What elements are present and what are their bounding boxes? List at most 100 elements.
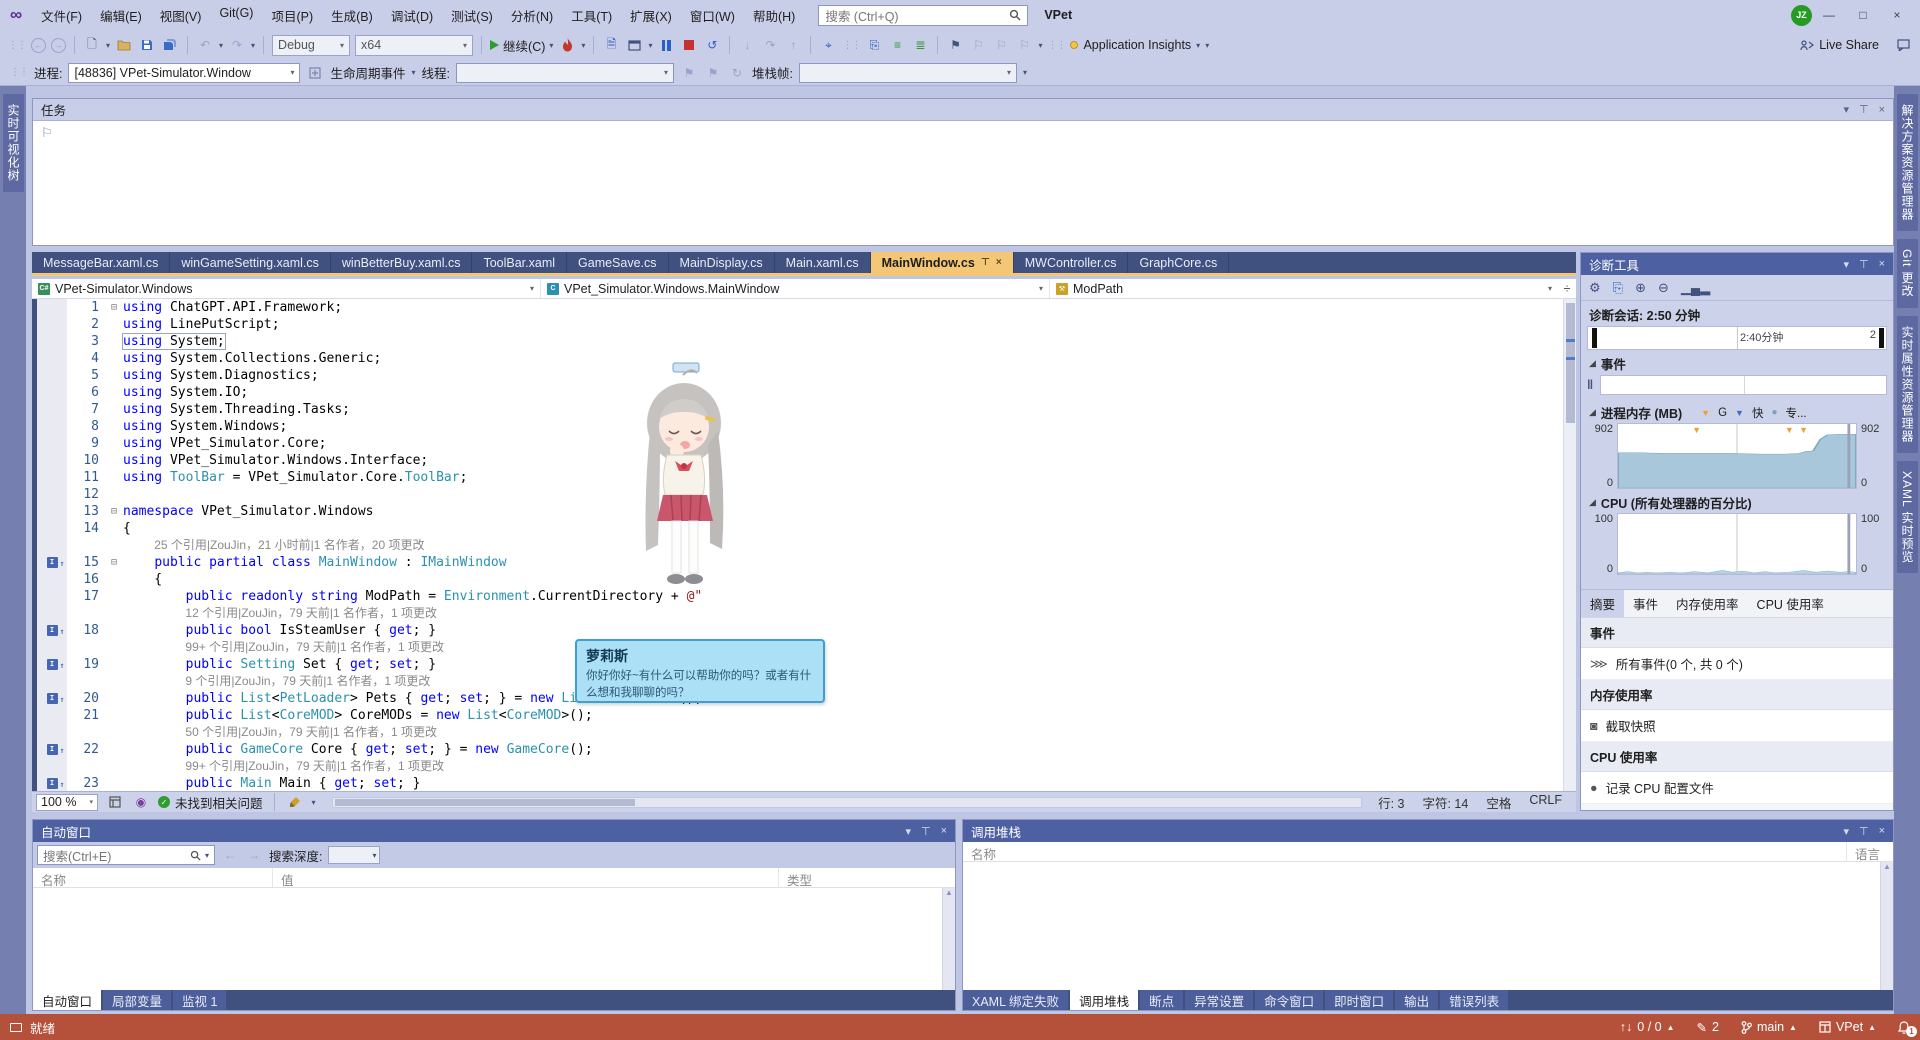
code-line[interactable]: 4using System.Collections.Generic;	[37, 350, 1576, 367]
flag-threads-icon[interactable]: ⚑	[704, 64, 722, 82]
break-all-icon[interactable]	[657, 36, 675, 54]
pet-speech-bubble[interactable]: 萝莉斯 你好你好~有什么可以帮助你的吗？或者有什么想和我聊聊的吗？	[575, 639, 825, 703]
task-close-icon[interactable]: ×	[1879, 104, 1885, 116]
interface-implementation-icon[interactable]: I	[47, 693, 58, 704]
format-indent-icon[interactable]: ≡	[888, 36, 906, 54]
code-line[interactable]: 5using System.Diagnostics;	[37, 367, 1576, 384]
diag-tab[interactable]: 事件	[1624, 590, 1667, 617]
restore-button[interactable]: □	[1846, 4, 1880, 26]
restart-icon[interactable]: ↺	[703, 36, 721, 54]
next-bookmark-icon[interactable]: ⚐	[992, 36, 1010, 54]
code-line[interactable]: I18 public bool IsSteamUser { get; }	[37, 622, 1576, 639]
project-dropdown[interactable]: C# VPet-Simulator.Windows ▾	[32, 279, 541, 298]
tab-close-icon[interactable]: ×	[996, 257, 1002, 268]
interface-implementation-icon[interactable]: I	[47, 744, 58, 755]
member-dropdown[interactable]: ⚒ ModPath ▾	[1050, 279, 1558, 298]
menu-item[interactable]: 分析(N)	[502, 3, 562, 28]
bottom-tab[interactable]: 命令窗口	[1255, 990, 1323, 1010]
code-cleanup-caret[interactable]: ▾	[312, 798, 316, 807]
dock-tab[interactable]: 实时属性资源管理器	[1897, 316, 1918, 453]
code-line[interactable]: 9using VPet_Simulator.Core;	[37, 435, 1576, 452]
interface-implementation-icon[interactable]: I	[47, 557, 58, 568]
redo-caret[interactable]: ▾	[251, 41, 255, 50]
document-health-indicator[interactable]: ✓ 未找到相关问题	[158, 793, 263, 812]
notifications-button[interactable]: 1	[1898, 1021, 1910, 1034]
dock-tab[interactable]: Git 更改	[1897, 239, 1918, 308]
col-language[interactable]: 语言	[1847, 842, 1893, 861]
code-line[interactable]: I15⊟ public partial class MainWindow : I…	[37, 554, 1576, 571]
navigate-code-icon[interactable]: ⎘	[865, 36, 883, 54]
new-item-caret[interactable]: ▾	[106, 41, 110, 50]
new-item-icon[interactable]: 🗋	[83, 36, 101, 54]
vpet-character[interactable]	[625, 361, 745, 637]
code-line[interactable]: 12	[37, 486, 1576, 503]
bottom-tab[interactable]: 调用堆栈	[1070, 990, 1138, 1010]
dock-tab-live-visual-tree[interactable]: 实时可视化树	[3, 94, 24, 192]
navigate-forward-icon[interactable]: →	[51, 38, 66, 53]
code-line[interactable]: 1⊟using ChatGPT.API.Framework;	[37, 299, 1576, 316]
presence-icon[interactable]: ◉	[132, 793, 150, 811]
diag-pin-icon[interactable]: ⊤	[1859, 258, 1869, 271]
menu-item[interactable]: 帮助(H)	[744, 3, 804, 28]
code-line[interactable]: 3using System;	[37, 333, 1576, 350]
code-line[interactable]: 8using System.Windows;	[37, 418, 1576, 435]
fold-collapse-icon[interactable]: ⊟	[105, 554, 123, 571]
flag-thread-icon[interactable]: ⚑	[680, 64, 698, 82]
pending-edits-button[interactable]: ✎ 2	[1697, 1020, 1719, 1035]
undo-icon[interactable]: ↶	[196, 36, 214, 54]
save-all-icon[interactable]	[161, 36, 179, 54]
close-button[interactable]: ×	[1880, 4, 1914, 26]
tab-pin-icon[interactable]: ⊤	[981, 257, 990, 268]
menu-item[interactable]: 调试(D)	[382, 3, 442, 28]
col-name[interactable]: 名称	[33, 868, 273, 887]
bookmark-caret[interactable]: ▾	[1038, 41, 1042, 50]
dock-tab[interactable]: 解决方案资源管理器	[1897, 94, 1918, 231]
autos-close-icon[interactable]: ×	[941, 825, 947, 837]
minimize-button[interactable]: —	[1812, 4, 1846, 26]
bookmark-icon[interactable]: ⚑	[946, 36, 964, 54]
code-editor[interactable]: 1⊟using ChatGPT.API.Framework;2using Lin…	[32, 299, 1576, 791]
diag-tab[interactable]: CPU 使用率	[1748, 590, 1833, 617]
take-snapshot-link[interactable]: ◙ 截取快照	[1581, 710, 1893, 742]
git-branch-button[interactable]: main ▲	[1741, 1020, 1797, 1034]
bottom-tab[interactable]: 输出	[1395, 990, 1438, 1010]
app-insights-label[interactable]: Application Insights	[1083, 38, 1191, 52]
type-dropdown[interactable]: C VPet_Simulator.Windows.MainWindow ▾	[541, 279, 1050, 298]
undo-caret[interactable]: ▾	[219, 41, 223, 50]
prev-bookmark-icon[interactable]: ⚐	[969, 36, 987, 54]
menu-item[interactable]: Git(G)	[210, 3, 262, 28]
fold-collapse-icon[interactable]: ⊟	[105, 503, 123, 520]
document-tab[interactable]: GraphCore.cs ⊤ ×	[1128, 252, 1229, 273]
split-editor-handle[interactable]: ÷	[1558, 282, 1576, 296]
menu-item[interactable]: 视图(V)	[151, 3, 211, 28]
hot-reload-icon[interactable]	[558, 36, 576, 54]
interface-implementation-icon[interactable]: I	[47, 625, 58, 636]
document-tab[interactable]: MainWindow.cs ⊤ ×	[871, 252, 1014, 273]
diag-timeline-ruler[interactable]: 2:40分钟 2	[1587, 326, 1887, 350]
scrollbar-thumb[interactable]	[1566, 303, 1575, 423]
step-over-icon[interactable]: ↷	[761, 36, 779, 54]
redo-icon[interactable]: ↷	[228, 36, 246, 54]
code-line[interactable]: I23 public Main Main { get; set; }	[37, 775, 1576, 791]
stackframe-dropdown[interactable]: ▾	[799, 63, 1017, 83]
autos-scrollbar[interactable]: ▲	[942, 888, 955, 990]
code-line[interactable]: 21 public List<CoreMOD> CoreMODs = new L…	[37, 707, 1576, 724]
diag-settings-icon[interactable]: ⚙	[1589, 280, 1601, 296]
menu-item[interactable]: 项目(P)	[262, 3, 322, 28]
search-back-icon[interactable]: ←	[221, 846, 239, 864]
code-line[interactable]: 10using VPet_Simulator.Windows.Interface…	[37, 452, 1576, 469]
cpu-section-header[interactable]: ◢CPU (所有处理器的百分比)	[1581, 489, 1893, 513]
stop-debugging-icon[interactable]	[680, 36, 698, 54]
save-icon[interactable]	[138, 36, 156, 54]
autos-pin-icon[interactable]: ⊤	[921, 825, 931, 838]
interface-implementation-icon[interactable]: I	[47, 659, 58, 670]
code-line[interactable]: 7using System.Threading.Tasks;	[37, 401, 1576, 418]
diag-zoom-in-icon[interactable]: ⊕	[1635, 280, 1646, 296]
code-line[interactable]: 2using LinePutScript;	[37, 316, 1576, 333]
toolbar-overflow-caret[interactable]: ▾	[1205, 41, 1209, 50]
code-line[interactable]: 13⊟namespace VPet_Simulator.Windows	[37, 503, 1576, 520]
diag-dropdown-icon[interactable]: ▾	[1843, 258, 1849, 271]
apply-code-changes-icon[interactable]: 🗎	[602, 36, 620, 54]
git-repo-button[interactable]: VPet ▲	[1819, 1020, 1876, 1034]
codelens-row[interactable]: 50 个引用|ZouJin，79 天前|1 名作者，1 项更改	[37, 724, 1576, 741]
